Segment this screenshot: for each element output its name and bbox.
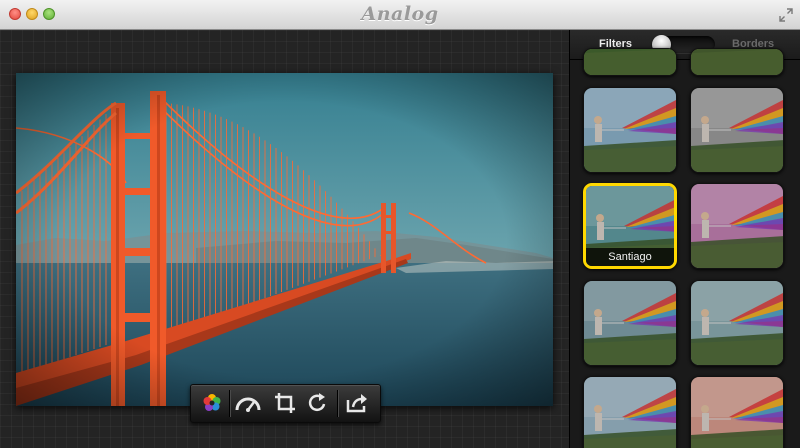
share-icon[interactable]	[342, 389, 372, 417]
filter-thumbnail[interactable]	[583, 48, 677, 76]
rotate-icon[interactable]	[303, 389, 333, 417]
gauge-icon[interactable]	[233, 389, 263, 417]
filters-sidebar: Filters Borders Santiago	[569, 30, 800, 448]
filter-name-label: Santiago	[586, 248, 674, 266]
filter-thumbnail[interactable]	[583, 87, 677, 173]
fullscreen-icon[interactable]	[779, 8, 793, 22]
filter-thumbnail[interactable]	[690, 183, 784, 269]
filter-thumbnail[interactable]	[690, 48, 784, 76]
crop-icon[interactable]	[270, 389, 300, 417]
canvas-area	[0, 30, 569, 448]
filter-thumbnail[interactable]	[583, 280, 677, 366]
filter-thumbnail[interactable]	[690, 87, 784, 173]
app-title: Analog	[361, 3, 439, 25]
app-window: Analog Filters Borders Santiago	[0, 0, 800, 448]
filter-thumbnail[interactable]: Santiago	[583, 183, 677, 269]
toolbar-divider	[337, 390, 339, 417]
filter-thumbnail[interactable]	[583, 376, 677, 448]
toolbar-divider	[229, 390, 231, 417]
photo-preview[interactable]	[16, 73, 553, 406]
edit-toolbar	[190, 384, 381, 423]
title-bar: Analog	[0, 0, 800, 30]
filter-thumbnail[interactable]	[690, 280, 784, 366]
filter-thumbnail[interactable]	[690, 376, 784, 448]
color-wheel-icon[interactable]	[197, 389, 227, 417]
